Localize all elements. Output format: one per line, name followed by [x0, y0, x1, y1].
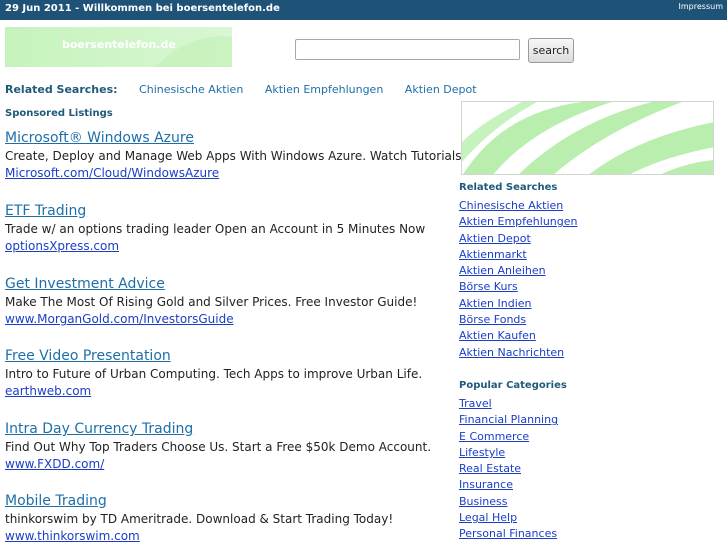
related-link[interactable]: Chinesische Aktien	[139, 83, 243, 96]
ad-listing: ETF Trading Trade w/ an options trading …	[5, 202, 455, 254]
sidebar-related-list: Chinesische Aktien Aktien Empfehlungen A…	[459, 196, 577, 359]
sidebar-related-link[interactable]: Aktien Indien	[459, 297, 532, 310]
related-link[interactable]: Aktien Depot	[405, 83, 477, 96]
sidebar-related-link[interactable]: Aktien Kaufen	[459, 329, 536, 342]
sidebar-banner-image	[461, 101, 714, 175]
site-logo[interactable]: boersentelefon.de	[5, 27, 232, 67]
sidebar-popular-heading: Popular Categories	[459, 380, 567, 391]
popular-category-link[interactable]: Insurance	[459, 478, 513, 491]
sidebar-related-heading: Related Searches	[459, 182, 558, 193]
sidebar-related-link[interactable]: Aktien Depot	[459, 232, 531, 245]
popular-category-link[interactable]: Legal Help	[459, 511, 517, 524]
popular-category-link[interactable]: Business	[459, 495, 508, 508]
sidebar-related-link[interactable]: Aktien Anleihen	[459, 264, 546, 277]
sidebar-related-link[interactable]: Aktien Nachrichten	[459, 346, 564, 359]
impressum-link[interactable]: Impressum	[679, 2, 723, 11]
popular-category-link[interactable]: Real Estate	[459, 462, 521, 475]
ad-url-link[interactable]: www.MorganGold.com/InvestorsGuide	[5, 311, 455, 327]
sponsored-listings-label: Sponsored Listings	[5, 108, 113, 119]
sidebar-related-link[interactable]: Chinesische Aktien	[459, 199, 563, 212]
ad-url-link[interactable]: www.thinkorswim.com	[5, 528, 455, 544]
popular-category-link[interactable]: Personal Finances	[459, 527, 557, 540]
popular-category-link[interactable]: Travel	[459, 397, 492, 410]
ad-title-link[interactable]: Intra Day Currency Trading	[5, 420, 455, 438]
ad-description: Intro to Future of Urban Computing. Tech…	[5, 367, 423, 381]
ad-title-link[interactable]: Microsoft® Windows Azure	[5, 129, 455, 147]
ad-description: Create, Deploy and Manage Web Apps With …	[5, 149, 462, 163]
ad-title-link[interactable]: Get Investment Advice	[5, 275, 455, 293]
ad-listing: Intra Day Currency Trading Find Out Why …	[5, 420, 455, 472]
logo-text: boersentelefon.de	[62, 38, 176, 51]
popular-category-link[interactable]: Lifestyle	[459, 446, 505, 459]
ad-url-link[interactable]: www.FXDD.com/	[5, 456, 455, 472]
ad-title-link[interactable]: Mobile Trading	[5, 492, 455, 510]
ad-listing: Microsoft® Windows Azure Create, Deploy …	[5, 129, 462, 181]
sidebar-related-link[interactable]: Börse Kurs	[459, 280, 518, 293]
page-title: 29 Jun 2011 - Willkommen bei boersentele…	[5, 3, 280, 14]
ad-listing: Get Investment Advice Make The Most Of R…	[5, 275, 455, 327]
ad-url-link[interactable]: earthweb.com	[5, 383, 455, 399]
search-input[interactable]	[295, 39, 520, 60]
ad-title-link[interactable]: Free Video Presentation	[5, 347, 455, 365]
top-bar: 29 Jun 2011 - Willkommen bei boersentele…	[0, 0, 727, 20]
banner-graphic	[462, 102, 713, 174]
popular-category-link[interactable]: Financial Planning	[459, 413, 558, 426]
ad-url-link[interactable]: optionsXpress.com	[5, 238, 455, 254]
sidebar-popular-list: Travel Financial Planning E Commerce Lif…	[459, 394, 558, 541]
sidebar-related-link[interactable]: Aktienmarkt	[459, 248, 527, 261]
ad-description: Make The Most Of Rising Gold and Silver …	[5, 295, 418, 309]
ad-description: thinkorswim by TD Ameritrade. Download &…	[5, 512, 394, 526]
related-link[interactable]: Aktien Empfehlungen	[265, 83, 383, 96]
ad-listing: Mobile Trading thinkorswim by TD Ameritr…	[5, 492, 455, 544]
ad-description: Trade w/ an options trading leader Open …	[5, 222, 426, 236]
ad-title-link[interactable]: ETF Trading	[5, 202, 455, 220]
sidebar-related-link[interactable]: Börse Fonds	[459, 313, 526, 326]
ad-url-link[interactable]: Microsoft.com/Cloud/WindowsAzure	[5, 165, 455, 181]
sidebar-related-link[interactable]: Aktien Empfehlungen	[459, 215, 577, 228]
search-button[interactable]: search	[528, 38, 574, 63]
related-searches-label: Related Searches:	[5, 83, 118, 96]
related-searches-bar: Related Searches: Chinesische Aktien Akt…	[5, 83, 495, 96]
popular-category-link[interactable]: E Commerce	[459, 430, 529, 443]
ad-listing: Free Video Presentation Intro to Future …	[5, 347, 455, 399]
ad-description: Find Out Why Top Traders Choose Us. Star…	[5, 440, 432, 454]
